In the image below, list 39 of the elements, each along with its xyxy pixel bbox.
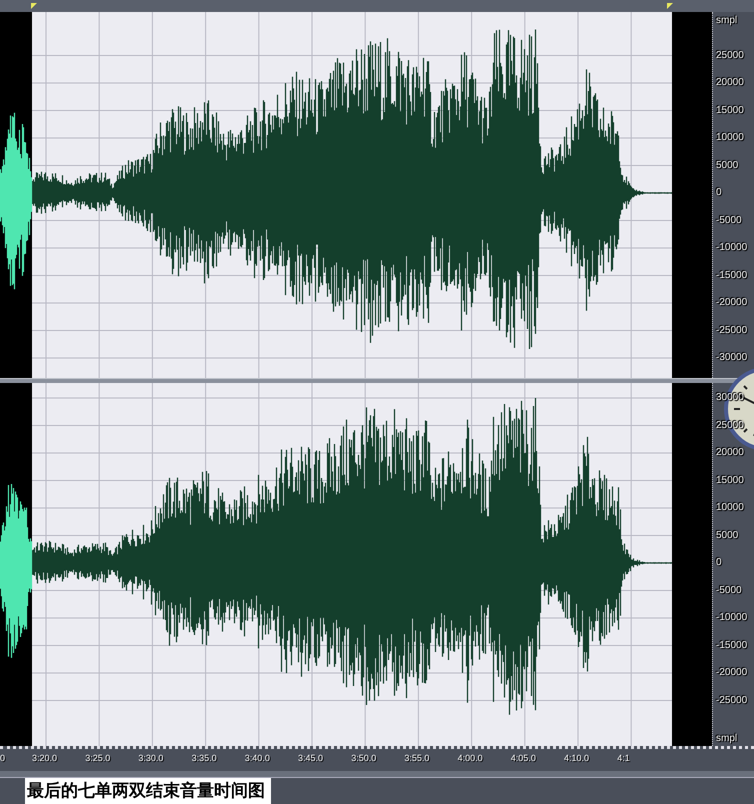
axis-label: 20000: [716, 76, 744, 90]
unit-label: smpl: [716, 14, 738, 28]
axis-label: -15000: [716, 268, 748, 282]
axis-label: -10000: [716, 611, 748, 625]
axis-label: -5000: [716, 214, 742, 228]
axis-label: 25000: [716, 48, 744, 62]
axis-label: 15000: [716, 474, 744, 488]
time-label: 3:40.0: [244, 752, 270, 764]
time-label: 3:30.0: [138, 752, 164, 764]
axis-label: 0: [716, 186, 722, 200]
time-label: 4:05.0: [510, 752, 536, 764]
axis-label: 0: [716, 556, 722, 570]
axis-label: -5000: [716, 584, 742, 598]
axis-label: 10000: [716, 501, 744, 515]
axis-label: 20000: [716, 446, 744, 460]
axis-label: -20000: [716, 296, 748, 310]
time-label: 4:10.0: [564, 752, 590, 764]
axis-label: -25000: [716, 694, 748, 708]
axis-label: -15000: [716, 638, 748, 652]
axis-label: 10000: [716, 131, 744, 145]
time-label: 3:20.0: [32, 752, 58, 764]
axis-label: -20000: [716, 666, 748, 680]
time-label: 4:1: [617, 752, 630, 764]
time-label: 3:45.0: [298, 752, 324, 764]
unit-label: smpl: [716, 732, 738, 746]
axis-label: 15000: [716, 104, 744, 118]
axis-label: -25000: [716, 324, 748, 338]
time-label: 0: [0, 752, 6, 764]
time-label: 3:35.0: [192, 752, 217, 764]
axis-label: -30000: [716, 351, 748, 365]
scroll-track[interactable]: [0, 771, 754, 778]
time-label: 3:50.0: [351, 752, 376, 764]
axis-label: 5000: [716, 158, 738, 172]
time-label: 4:00.0: [458, 752, 483, 764]
time-label: 3:55.0: [404, 752, 430, 764]
caption-text: 最后的七单两双结束音量时间图: [25, 778, 271, 804]
time-label: 3:25.0: [85, 752, 110, 764]
axis-label: 5000: [716, 528, 738, 542]
axis-label: -10000: [716, 241, 748, 255]
